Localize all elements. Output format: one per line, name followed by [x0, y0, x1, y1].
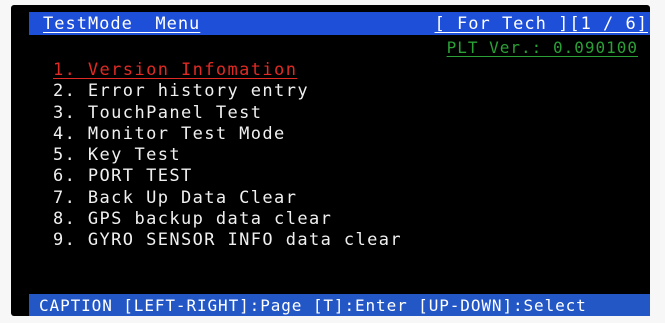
version-label: PLT Ver.: 0.090100 [446, 38, 638, 57]
menu-item-key-test[interactable]: 5. Key Test [53, 145, 402, 166]
menu-item-error-history-entry[interactable]: 2. Error history entry [53, 81, 402, 102]
test-menu-list: 1. Version Infomation 2. Error history e… [53, 60, 402, 252]
caption-bar: CAPTION [LEFT-RIGHT]:Page [T]:Enter [UP-… [29, 294, 650, 316]
menu-item-touchpanel-test[interactable]: 3. TouchPanel Test [53, 103, 402, 124]
menu-item-gyro-sensor-info-data-clear[interactable]: 9. GYRO SENSOR INFO data clear [53, 230, 402, 251]
menu-item-port-test[interactable]: 6. PORT TEST [53, 166, 402, 187]
menu-item-version-infomation[interactable]: 1. Version Infomation [53, 60, 402, 81]
menu-item-gps-backup-data-clear[interactable]: 8. GPS backup data clear [53, 209, 402, 230]
menu-title: TestMode Menu [43, 14, 201, 34]
caption-instructions: CAPTION [LEFT-RIGHT]:Page [T]:Enter [UP-… [39, 296, 587, 315]
header-bar: TestMode Menu [ For Tech ][1 / 6] [29, 12, 650, 35]
menu-item-back-up-data-clear[interactable]: 7. Back Up Data Clear [53, 188, 402, 209]
page-indicator: [ For Tech ][1 / 6] [434, 14, 648, 34]
menu-item-monitor-test-mode[interactable]: 4. Monitor Test Mode [53, 124, 402, 145]
screen-frame: TestMode Menu [ For Tech ][1 / 6] PLT Ve… [11, 5, 650, 316]
